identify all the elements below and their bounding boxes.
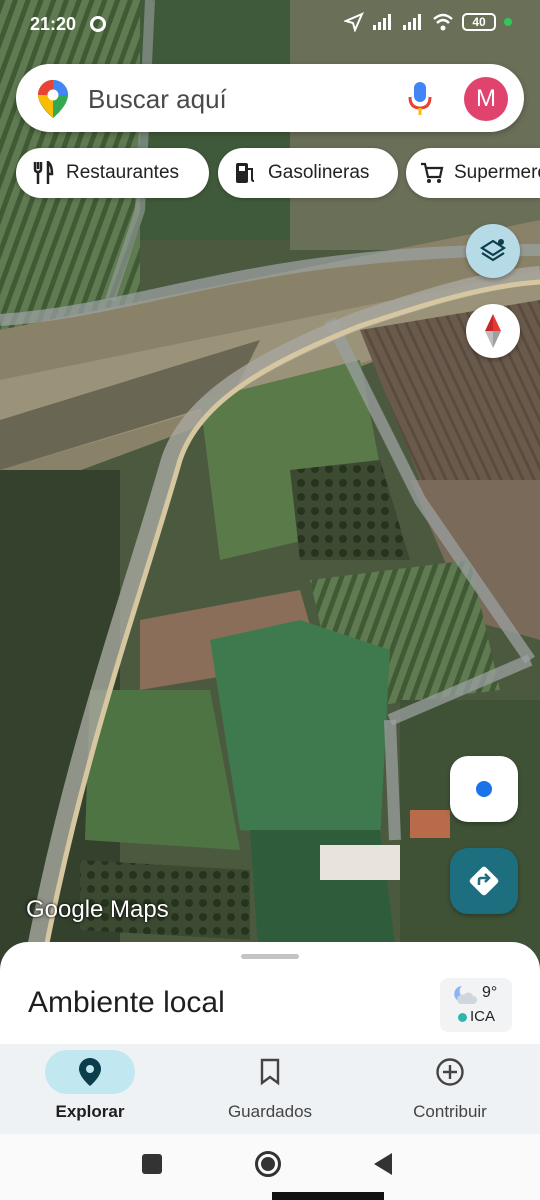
- back-button[interactable]: [372, 1152, 394, 1176]
- home-button[interactable]: [254, 1150, 282, 1178]
- status-icons: 40: [344, 12, 512, 32]
- gesture-bar: [272, 1192, 384, 1200]
- nav-pill: [225, 1050, 315, 1094]
- search-input[interactable]: Buscar aquí: [88, 84, 227, 115]
- partly-cloudy-night-icon: [454, 986, 477, 1004]
- chip-supermercados[interactable]: Supermercados: [406, 148, 540, 198]
- avatar[interactable]: M: [464, 77, 508, 121]
- chip-gasolineras[interactable]: Gasolineras: [218, 148, 398, 198]
- weather-temperature: 9°: [482, 984, 498, 1001]
- chip-label: Gasolineras: [268, 162, 370, 183]
- layers-icon: [479, 239, 507, 262]
- my-location-icon: [476, 781, 492, 797]
- chip-label: Supermercados: [454, 162, 540, 183]
- chip-restaurantes[interactable]: Restaurantes: [16, 148, 209, 198]
- aqi-dot: [458, 1013, 467, 1022]
- google-maps-attribution: Google Maps: [26, 896, 169, 923]
- sheet-title: Ambiente local: [28, 986, 225, 1019]
- weather-widget[interactable]: 9° ICA: [440, 978, 512, 1032]
- battery-icon: 40: [462, 13, 496, 31]
- bookmark-icon: [260, 1058, 280, 1086]
- chrome-icon: [90, 16, 106, 32]
- wifi-icon: [433, 13, 453, 31]
- nav-explorar[interactable]: Explorar: [0, 1044, 180, 1134]
- notification-dot: [504, 18, 512, 26]
- chip-label: Restaurantes: [66, 162, 180, 183]
- map-view[interactable]: [0, 0, 540, 980]
- signal-icon: [403, 14, 421, 30]
- shopping-cart-icon: [420, 160, 444, 186]
- layers-button[interactable]: [466, 224, 520, 278]
- directions-icon: [469, 866, 499, 896]
- compass-button[interactable]: [466, 304, 520, 358]
- google-maps-pin-icon: [38, 80, 68, 118]
- nav-label: Explorar: [55, 1102, 125, 1121]
- status-bar: 21:20 40: [0, 0, 540, 48]
- gas-station-icon: [232, 160, 258, 186]
- signal-icon: [373, 14, 391, 30]
- my-location-button[interactable]: [450, 756, 518, 822]
- directions-button[interactable]: [450, 848, 518, 914]
- system-navigation-bar: [0, 1134, 540, 1200]
- nav-pill: [405, 1050, 495, 1094]
- aqi-label: ICA: [470, 1008, 496, 1025]
- bottom-sheet[interactable]: Ambiente local 9° ICA: [0, 942, 540, 1044]
- restaurant-icon: [30, 160, 56, 186]
- compass-icon: [485, 314, 501, 348]
- search-bar[interactable]: Buscar aquí M: [16, 64, 524, 132]
- nav-label: Guardados: [227, 1102, 313, 1121]
- recents-button[interactable]: [142, 1154, 162, 1174]
- add-circle-icon: [436, 1058, 464, 1086]
- nav-pill: [45, 1050, 135, 1094]
- nav-guardados[interactable]: Guardados: [180, 1044, 360, 1134]
- status-time: 21:20: [30, 14, 77, 34]
- bottom-navigation: Explorar Guardados Contribuir: [0, 1044, 540, 1134]
- location-arrow-icon: [344, 12, 364, 32]
- nav-label: Contribuir: [413, 1102, 487, 1121]
- microphone-icon[interactable]: [408, 82, 432, 116]
- location-pin-icon: [79, 1058, 101, 1086]
- nav-contribuir[interactable]: Contribuir: [360, 1044, 540, 1134]
- drag-handle[interactable]: [241, 954, 299, 959]
